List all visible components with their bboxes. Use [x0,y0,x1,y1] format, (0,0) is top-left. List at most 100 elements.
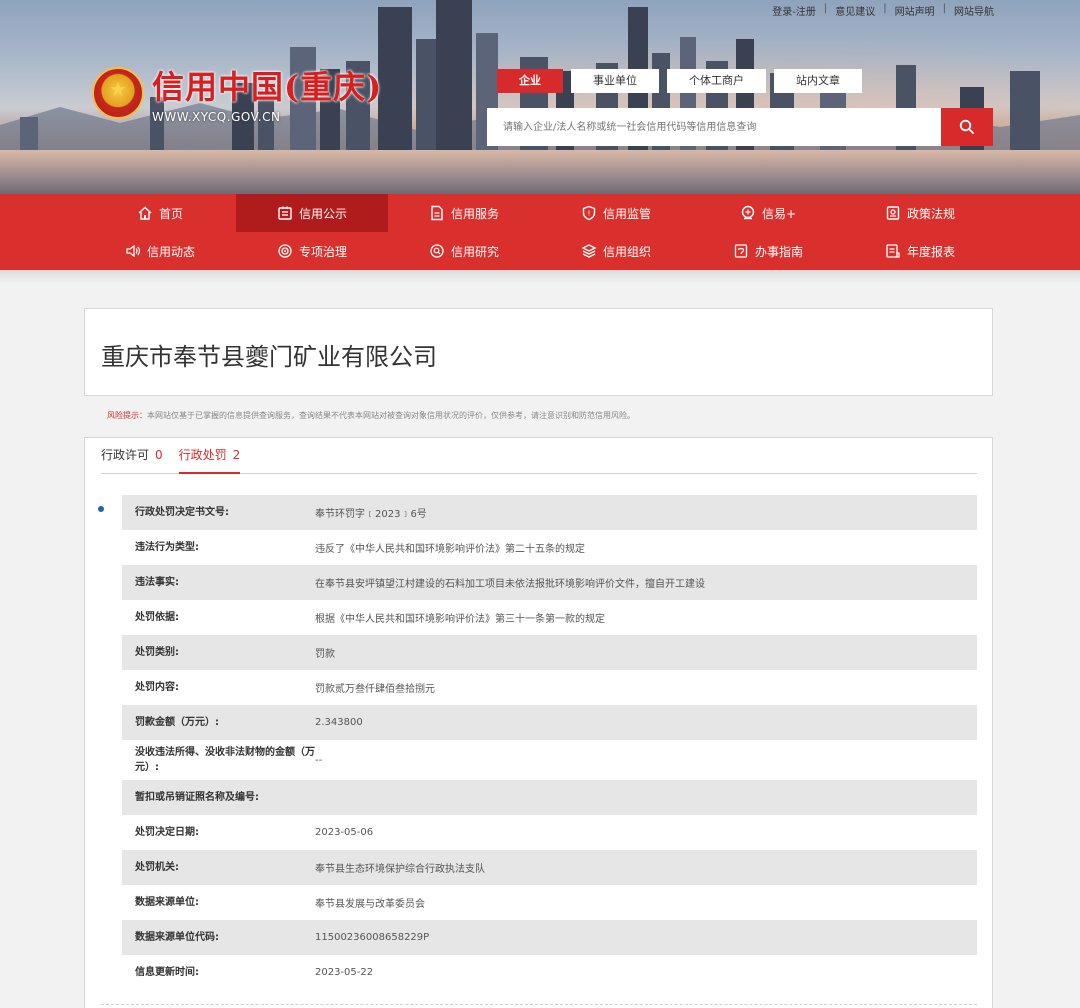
speaker-icon [126,244,141,258]
nav-label: 信用监管 [602,206,651,221]
search-tab-institution[interactable]: 事业单位 [571,69,659,93]
nav-credit-organization[interactable]: 信用组织 [540,232,692,270]
record-bullet-icon [98,506,104,512]
field-value: -- [315,754,323,766]
nav-label: 信易+ [761,206,797,221]
field-label: 行政处罚决定书文号: [135,507,229,518]
field-value: 2023-05-22 [315,967,374,978]
search-type-tabs: 企业 事业单位 个体工商户 站内文章 [497,69,862,93]
building [436,0,472,157]
table-row: 信息更新时间: 2023-05-22 [122,955,977,990]
penalty-record: 行政处罚决定书文号: 奉节环罚字﹝2023﹞6号 违法行为类型: 违反了《中华人… [122,495,977,990]
divider: | [823,3,828,14]
field-value: 2023-05-06 [315,827,374,838]
field-label: 数据来源单位: [135,897,199,908]
divider: | [883,3,887,14]
nav-credit-supervision[interactable]: ! 信用监管 [540,194,692,232]
field-label: 处罚内容: [135,682,179,693]
risk-warning-label: 风险提示： [107,411,147,420]
field-label: 没收违法所得、没收非法财物的金额（万元）: [135,747,315,773]
divider: | [942,3,946,14]
field-label: 暂扣或吊销证照名称及编号: [135,792,259,803]
search-button[interactable] [941,108,993,146]
search-icon [959,119,974,134]
table-row: 违法事实: 在奉节县安坪镇望江村建设的石料加工项目未依法报批环境影响评价文件，擅… [122,565,977,600]
feedback-link[interactable]: 意见建议 [835,3,875,18]
statement-link[interactable]: 网站声明 [895,3,935,18]
tab-label: 行政许可 [101,448,150,462]
table-row: 行政处罚决定书文号: 奉节环罚字﹝2023﹞6号 [122,495,977,530]
field-label: 处罚类别: [135,647,179,658]
tab-admin-license[interactable]: 行政许可 0 [101,446,163,474]
site-title: 信用中国(重庆) [152,68,383,106]
nav-credit-research[interactable]: 信用研究 [388,232,540,270]
login-register-link[interactable]: 登录-注册 [772,3,816,18]
main-nav: 首页 信用公示 信用服务 ! 信用监管 信易+ 政策法规 信用动态 专项治理 信… [0,194,1080,270]
search-bar [487,108,993,146]
nav-guide[interactable]: 办事指南 [692,232,844,270]
nav-label: 信用研究 [450,244,499,259]
header-banner: 信用中国(重庆) WWW.XYCQ.GOV.CN 登录-注册 | 意见建议 | … [0,0,1080,195]
nav-credit-news[interactable]: 信用动态 [84,232,236,270]
table-row: 数据来源单位: 奉节县发展与改革委员会 [122,885,977,920]
nav-xinyi[interactable]: 信易+ [692,194,844,232]
risk-warning-text: 本网站仅基于已掌握的信息提供查询服务，查询结果不代表本网站对被查询对象信用状况的… [147,411,635,420]
nav-annual-report[interactable]: 年度报表 [844,232,996,270]
field-label: 处罚机关: [135,862,179,873]
search-input[interactable] [487,108,941,146]
table-row: 罚款金额（万元）: 2.343800 [122,705,977,740]
nav-policy[interactable]: 政策法规 [844,194,996,232]
field-label: 处罚决定日期: [135,827,199,838]
nav-special-governance[interactable]: 专项治理 [236,232,388,270]
nav-label: 年度报表 [906,244,955,259]
shield-icon: ! [582,205,596,221]
banner-river [0,150,1080,195]
table-row: 没收违法所得、没收非法财物的金额（万元）: -- [122,740,977,780]
detail-panel: 行政许可 0 行政处罚 2 行政处罚决定书文号: 奉节环罚字﹝2023﹞6号 违法行… [84,437,993,1008]
field-label: 数据来源单位代码: [135,932,219,943]
section-divider [101,1004,977,1005]
table-row: 数据来源单位代码: 11500236008658229P [122,920,977,955]
nav-label: 首页 [158,206,183,221]
tab-label: 行政处罚 [178,448,227,462]
company-header: 重庆市奉节县夔门矿业有限公司 [84,308,993,396]
announce-icon [278,206,292,220]
field-value: 在奉节县安坪镇望江村建设的石料加工项目未依法报批环境影响评价文件，擅自开工建设 [315,579,705,590]
risk-warning: 风险提示：本网站仅基于已掌握的信息提供查询服务，查询结果不代表本网站对被查询对象… [107,410,635,421]
table-row: 违法行为类型: 违反了《中华人民共和国环境影响评价法》第二十五条的规定 [122,530,977,565]
site-logo[interactable]: 信用中国(重庆) WWW.XYCQ.GOV.CN [92,62,382,124]
record-tabs: 行政许可 0 行政处罚 2 [101,446,977,474]
field-value: 罚款 [315,649,335,660]
tab-count: 2 [232,448,241,462]
field-value: 2.343800 [315,717,363,728]
building [378,7,412,157]
building [1010,71,1040,157]
national-emblem-icon [92,67,144,119]
nav-shadow [0,270,1080,284]
nav-credit-disclosure[interactable]: 信用公示 [236,194,388,232]
yi-icon [741,205,755,220]
field-value: 奉节县发展与改革委员会 [315,899,425,910]
tab-admin-penalty[interactable]: 行政处罚 2 [178,446,241,474]
field-label: 罚款金额（万元）: [135,717,219,728]
report-icon [886,244,900,258]
building [416,39,436,157]
table-row: 处罚内容: 罚款贰万叁仟肆佰叁拾捌元 [122,670,977,705]
nav-label: 信用动态 [146,244,195,259]
nav-home[interactable]: 首页 [84,194,236,232]
field-label: 违法事实: [135,577,179,588]
nav-label: 信用组织 [602,244,651,259]
search-tab-individual[interactable]: 个体工商户 [667,69,766,93]
svg-text:!: ! [588,210,591,218]
nav-label: 政策法规 [906,206,955,221]
nav-label: 信用公示 [298,206,347,221]
sitemap-link[interactable]: 网站导航 [954,3,994,18]
search-tab-enterprise[interactable]: 企业 [497,69,563,93]
field-value: 奉节环罚字﹝2023﹞6号 [315,509,427,520]
research-icon [430,244,444,258]
search-tab-articles[interactable]: 站内文章 [774,69,862,93]
nav-credit-service[interactable]: 信用服务 [388,194,540,232]
layers-icon [581,244,597,258]
field-value: 罚款贰万叁仟肆佰叁拾捌元 [315,684,435,695]
field-label: 违法行为类型: [135,542,199,553]
